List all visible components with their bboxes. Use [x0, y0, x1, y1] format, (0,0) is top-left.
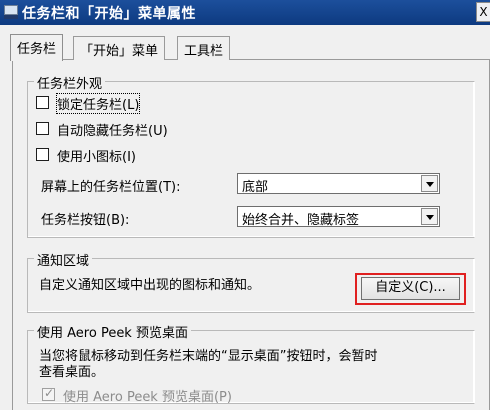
tab-toolbars[interactable]: 工具栏 [177, 36, 231, 60]
aero-peek-description-line2: 查看桌面。 [39, 365, 105, 380]
taskbar-buttons-label: 任务栏按钮(B): [41, 213, 130, 228]
small-icons-label: 使用小图标(I) [57, 150, 136, 165]
highlight-box [355, 273, 466, 305]
lock-taskbar-label: 锁定任务栏(L) [55, 93, 141, 114]
taskbar-location-select[interactable]: 底部 [237, 173, 440, 195]
lock-taskbar-checkbox-box[interactable] [36, 96, 49, 109]
title-bar: 任务栏和「开始」菜单属性 X [0, 0, 490, 25]
taskbar-location-value: 底部 [242, 180, 269, 195]
appearance-group-title: 任务栏外观 [34, 73, 106, 92]
chevron-down-icon[interactable] [421, 208, 438, 225]
autohide-checkbox-box[interactable] [36, 122, 49, 135]
small-icons-checkbox-box[interactable] [36, 148, 49, 161]
taskbar-buttons-select[interactable]: 始终合并、隐藏标签 [237, 206, 440, 228]
aero-peek-checkbox-label: 使用 Aero Peek 预览桌面(P) [63, 390, 232, 405]
window-title: 任务栏和「开始」菜单属性 [22, 6, 196, 22]
tab-taskbar[interactable]: 任务栏 [10, 34, 64, 61]
tab-start-menu[interactable]: 「开始」菜单 [73, 36, 166, 60]
notification-description: 自定义通知区域中出现的图标和通知。 [39, 278, 261, 293]
autohide-label: 自动隐藏任务栏(U) [57, 124, 168, 139]
taskbar-location-label: 屏幕上的任务栏位置(T): [41, 180, 181, 195]
close-button[interactable]: X [476, 2, 490, 22]
taskbar-buttons-value: 始终合并、隐藏标签 [242, 213, 360, 228]
taskbar-properties-icon [4, 5, 18, 19]
chevron-down-icon[interactable] [421, 175, 438, 192]
aero-peek-checkbox-box[interactable] [42, 386, 55, 401]
notification-group-title: 通知区域 [34, 250, 93, 269]
aero-peek-group-title: 使用 Aero Peek 预览桌面 [34, 322, 191, 341]
